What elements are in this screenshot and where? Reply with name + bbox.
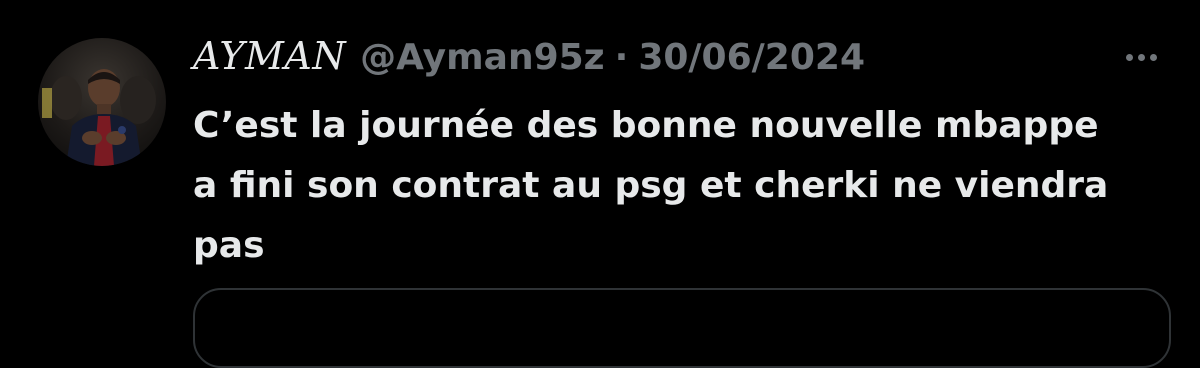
more-dot: [1149, 53, 1157, 61]
more-dot: [1137, 53, 1145, 61]
tweet-text-line: a fini son contrat au psg et cherki ne v…: [193, 165, 1109, 206]
more-dot: [1125, 53, 1133, 61]
tweet-date[interactable]: 30/06/2024: [638, 37, 865, 78]
author-display-name[interactable]: AYMAN: [193, 34, 346, 78]
tweet-text: C’est la journée des bonne nouvelle mbap…: [193, 96, 1183, 276]
author-handle[interactable]: @Ayman95z: [360, 37, 605, 78]
more-horizontal-icon[interactable]: [1112, 42, 1170, 72]
tweet-text-line: pas: [193, 225, 265, 266]
avatar-image: [42, 69, 156, 166]
tweet-header: AYMAN @Ayman95z · 30/06/2024: [193, 34, 865, 86]
embedded-media-card[interactable]: [193, 288, 1171, 368]
header-separator: ·: [614, 37, 629, 78]
avatar[interactable]: [38, 38, 166, 166]
tweet-text-line: C’est la journée des bonne nouvelle mbap…: [193, 105, 1099, 146]
tweet[interactable]: AYMAN @Ayman95z · 30/06/2024 C’est la jo…: [0, 0, 1200, 368]
